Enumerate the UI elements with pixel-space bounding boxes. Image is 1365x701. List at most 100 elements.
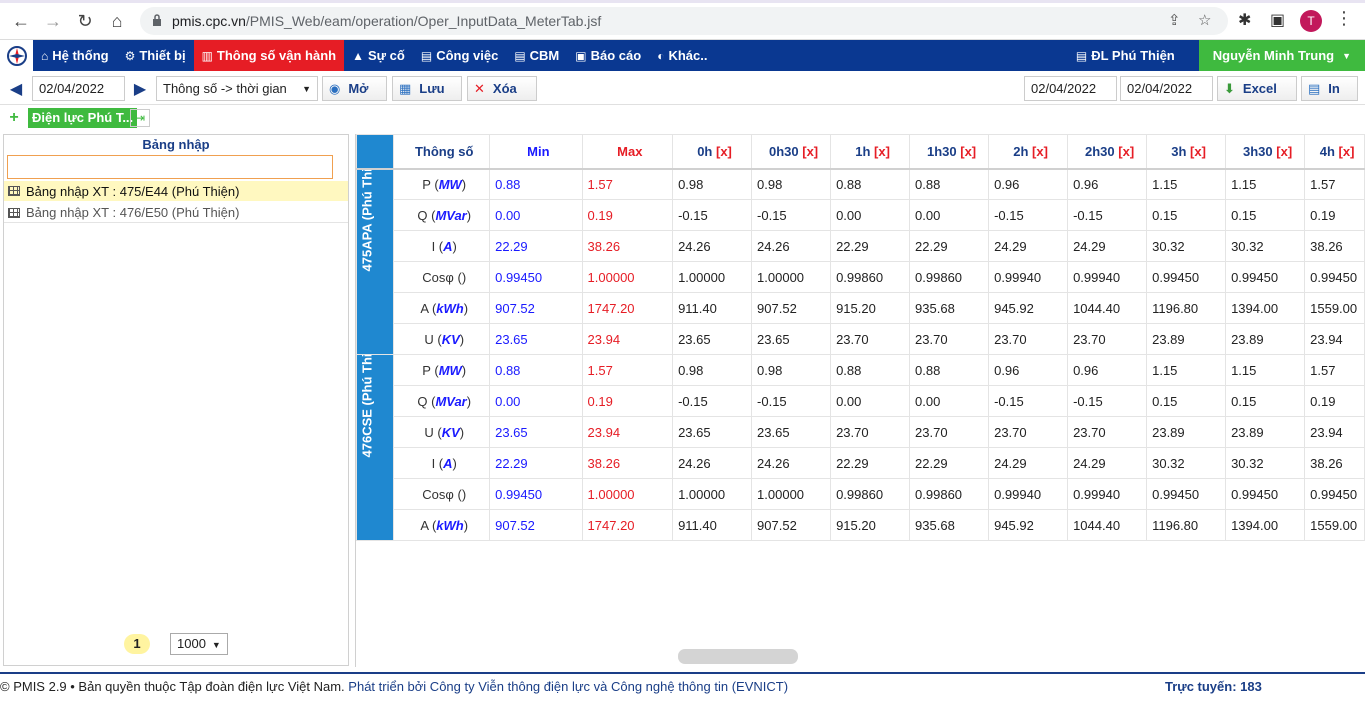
value-cell[interactable]: 1559.00 [1304, 292, 1365, 324]
mode-select[interactable]: Thông số -> thời gian ▼ [156, 76, 318, 101]
page-size-select[interactable]: 1000 ▼ [170, 633, 228, 655]
value-cell[interactable]: 915.20 [830, 509, 911, 541]
value-cell[interactable]: 23.94 [1304, 323, 1365, 355]
value-cell[interactable]: 0.15 [1146, 385, 1227, 417]
remove-column-link[interactable]: [x] [802, 144, 818, 159]
nav-item-5[interactable]: ▤ CBM [506, 40, 567, 71]
value-cell[interactable]: 23.65 [751, 416, 832, 448]
value-cell[interactable]: 22.29 [830, 230, 911, 262]
value-cell[interactable]: 23.89 [1225, 323, 1306, 355]
value-cell[interactable]: 1.57 [1304, 168, 1365, 200]
excel-button[interactable]: ⬇ Excel [1217, 76, 1297, 101]
value-cell[interactable]: 0.99940 [988, 478, 1069, 510]
star-icon[interactable]: ☆ [1198, 11, 1211, 29]
back-icon[interactable]: ← [10, 10, 32, 32]
value-cell[interactable]: 22.29 [830, 447, 911, 479]
value-cell[interactable]: 0.99450 [1304, 478, 1365, 510]
value-cell[interactable]: 1394.00 [1225, 509, 1306, 541]
value-cell[interactable]: 23.70 [988, 323, 1069, 355]
value-cell[interactable]: 935.68 [909, 509, 990, 541]
print-button[interactable]: ▤ In [1301, 76, 1358, 101]
value-cell[interactable]: 0.96 [1067, 354, 1148, 386]
value-cell[interactable]: 0.98 [751, 354, 832, 386]
value-cell[interactable]: -0.15 [672, 385, 753, 417]
value-cell[interactable]: 0.15 [1225, 385, 1306, 417]
value-cell[interactable]: 911.40 [672, 509, 753, 541]
value-cell[interactable]: 1.15 [1225, 168, 1306, 200]
value-cell[interactable]: 0.88 [830, 354, 911, 386]
value-cell[interactable]: 911.40 [672, 292, 753, 324]
value-cell[interactable]: 1044.40 [1067, 509, 1148, 541]
remove-column-link[interactable]: [x] [1190, 144, 1206, 159]
value-cell[interactable]: 935.68 [909, 292, 990, 324]
nav-item-6[interactable]: ▣ Báo cáo [567, 40, 649, 71]
prev-date-icon[interactable]: ◀ [6, 79, 26, 99]
value-cell[interactable]: 0.88 [830, 168, 911, 200]
value-cell[interactable]: 0.00 [909, 385, 990, 417]
value-cell[interactable]: 1.57 [1304, 354, 1365, 386]
value-cell[interactable]: -0.15 [1067, 199, 1148, 231]
save-button[interactable]: ▦ Lưu [392, 76, 462, 101]
value-cell[interactable]: 0.19 [1304, 385, 1365, 417]
value-cell[interactable]: 0.98 [751, 168, 832, 200]
remove-column-link[interactable]: [x] [1276, 144, 1292, 159]
list-item-476[interactable]: Bảng nhập XT : 476/E50 (Phú Thiện) [4, 203, 348, 223]
value-cell[interactable]: 23.89 [1146, 323, 1227, 355]
value-cell[interactable]: 1044.40 [1067, 292, 1148, 324]
plus-icon[interactable]: + [5, 109, 23, 127]
value-cell[interactable]: 907.52 [751, 292, 832, 324]
value-cell[interactable]: 0.99450 [1225, 478, 1306, 510]
value-cell[interactable]: 1.15 [1146, 354, 1227, 386]
value-cell[interactable]: 23.70 [909, 416, 990, 448]
value-cell[interactable]: 23.89 [1146, 416, 1227, 448]
unit-label[interactable]: ▤ ĐL Phú Thiện [1068, 40, 1183, 71]
value-cell[interactable]: 0.99860 [830, 478, 911, 510]
value-cell[interactable]: 0.00 [909, 199, 990, 231]
value-cell[interactable]: 0.19 [1304, 199, 1365, 231]
value-cell[interactable]: 1.00000 [751, 261, 832, 293]
value-cell[interactable]: 24.29 [988, 230, 1069, 262]
value-cell[interactable]: 24.26 [751, 230, 832, 262]
value-cell[interactable]: 23.70 [909, 323, 990, 355]
value-cell[interactable]: 30.32 [1146, 447, 1227, 479]
value-cell[interactable]: 24.29 [1067, 230, 1148, 262]
home-icon[interactable]: ⌂ [106, 10, 128, 32]
value-cell[interactable]: 23.70 [830, 323, 911, 355]
page-number[interactable]: 1 [124, 634, 150, 654]
unit-tag[interactable]: Điện lực Phú T... [28, 108, 138, 128]
value-cell[interactable]: 30.32 [1225, 230, 1306, 262]
value-cell[interactable]: 0.99450 [1146, 261, 1227, 293]
value-cell[interactable]: 0.15 [1146, 199, 1227, 231]
nav-item-4[interactable]: ▤ Công việc [413, 40, 506, 71]
value-cell[interactable]: 23.94 [1304, 416, 1365, 448]
value-cell[interactable]: 23.70 [830, 416, 911, 448]
horizontal-scrollbar[interactable] [678, 649, 798, 664]
remove-column-link[interactable]: [x] [874, 144, 890, 159]
remove-column-link[interactable]: [x] [1339, 144, 1355, 159]
value-cell[interactable]: -0.15 [1067, 385, 1148, 417]
profile-avatar[interactable]: T [1300, 10, 1322, 32]
list-item-475[interactable]: Bảng nhập XT : 475/E44 (Phú Thiện) [4, 181, 348, 201]
user-menu[interactable]: Nguyễn Minh Trung ▼ [1198, 40, 1365, 71]
date-input[interactable]: 02/04/2022 [32, 76, 125, 101]
value-cell[interactable]: 1394.00 [1225, 292, 1306, 324]
value-cell[interactable]: 0.98 [672, 168, 753, 200]
value-cell[interactable]: 0.88 [909, 354, 990, 386]
value-cell[interactable]: 1.15 [1225, 354, 1306, 386]
value-cell[interactable]: 0.96 [988, 168, 1069, 200]
value-cell[interactable]: -0.15 [988, 199, 1069, 231]
remove-column-link[interactable]: [x] [716, 144, 732, 159]
value-cell[interactable]: 24.26 [672, 230, 753, 262]
remove-column-link[interactable]: [x] [1118, 144, 1134, 159]
nav-item-7[interactable]: ◐ Khác.. [649, 40, 715, 71]
menu-icon[interactable]: ⋮ [1335, 8, 1353, 29]
value-cell[interactable]: 0.99450 [1146, 478, 1227, 510]
value-cell[interactable]: -0.15 [672, 199, 753, 231]
nav-item-0[interactable]: ⌂ Hệ thống [33, 40, 117, 71]
next-date-icon[interactable]: ▶ [130, 79, 150, 99]
value-cell[interactable]: 30.32 [1225, 447, 1306, 479]
share-icon[interactable]: ⇪ [1168, 11, 1181, 29]
nav-item-3[interactable]: ▲ Sự cố [344, 40, 413, 71]
value-cell[interactable]: 1.00000 [672, 478, 753, 510]
value-cell[interactable]: 0.99860 [909, 478, 990, 510]
